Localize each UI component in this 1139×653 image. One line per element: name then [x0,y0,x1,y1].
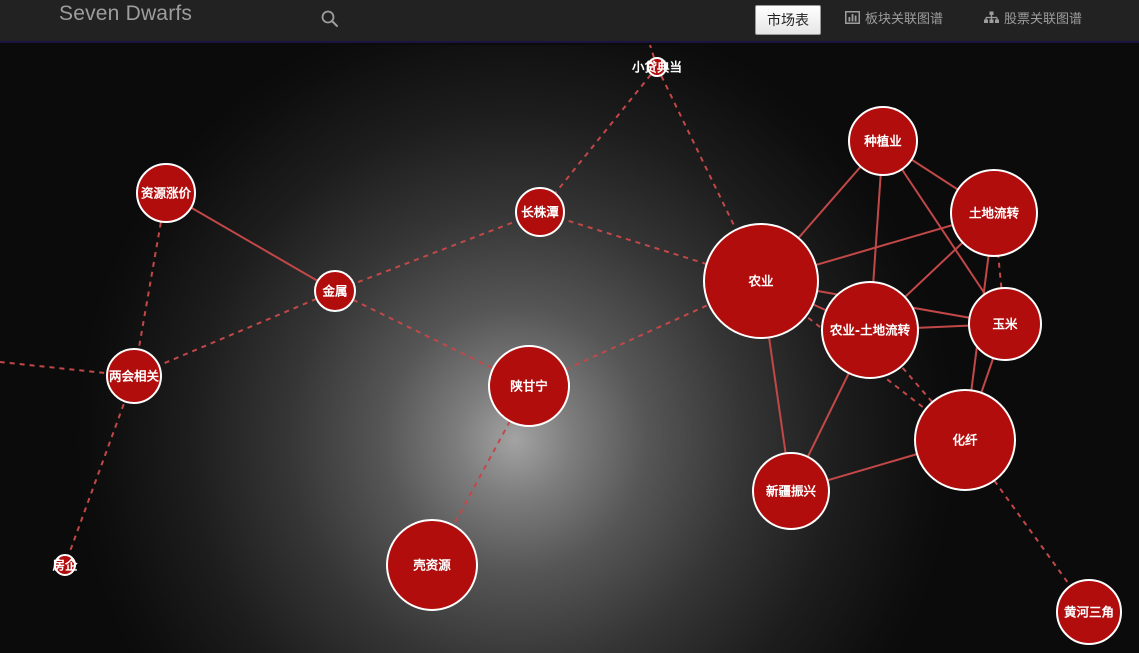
graph-node-label: 资源涨价 [141,186,192,201]
graph-node-label: 房企 [52,558,78,573]
graph-node-label: 新疆振兴 [766,484,817,499]
graph-node-nongye[interactable]: 农业 [703,223,819,339]
graph-node-huanghe[interactable]: 黄河三角 [1056,579,1122,645]
sector-relation-graph[interactable]: 小贷典当资源涨价长株潭金属两会相关陕甘宁房企 壳资源 农业 种植业土地流转农业-土地流… [0,45,1139,653]
graph-node-label: 两会相关 [109,369,160,384]
graph-node-ziyuanzhangjia[interactable]: 资源涨价 [136,163,196,223]
graph-node-xinjiang[interactable]: 新疆振兴 [752,452,830,530]
graph-edge-lianghui-fangqi [64,375,135,566]
graph-node-yumi[interactable]: 玉米 [968,287,1042,361]
graph-edge-changzhutan-jinshu [334,211,541,292]
graph-node-label: 农业-土地流转 [829,323,911,338]
graph-node-zhongzhiye[interactable]: 种植业 [848,106,918,176]
graph-node-label: 金属 [321,284,347,299]
market-table-button[interactable]: 市场表 [755,5,821,35]
graph-node-shanganning[interactable]: 陕甘宁 [488,345,570,427]
graph-node-xiaodaidang[interactable]: 小贷典当 [631,57,682,77]
graph-node-label: 玉米 [992,317,1018,332]
graph-node-label: 黄河三角 [1064,605,1114,620]
graph-node-changzhutan[interactable]: 长株潭 [515,187,565,237]
graph-edge-xiaodaidang-changzhutan [539,66,658,213]
sitemap-icon [984,11,999,24]
graph-node-label: 陕甘宁 [510,379,548,394]
graph-node-huaxian[interactable]: 化纤 [914,389,1016,491]
edges-layer [0,45,1090,613]
graph-node-label: 土地流转 [969,206,1020,221]
graph-node-label: 壳资源 [412,558,451,573]
graph-edge-jinshu-lianghui [133,290,336,377]
graph-node-nongye_tudi[interactable]: 农业-土地流转 [821,281,919,379]
graph-node-lianghui[interactable]: 两会相关 [106,348,162,404]
graph-node-keziyuan[interactable]: 壳资源 [386,519,478,611]
top-navbar: Seven Dwarfs 市场表 板块关联图谱 股票关联图谱 [0,0,1139,43]
graph-node-label: 化纤 [952,433,978,448]
bar-chart-icon [845,10,860,24]
stock-graph-link[interactable]: 股票关联图谱 [984,7,1082,27]
graph-node-label: 长株潭 [521,205,559,220]
graph-node-label: 小贷典当 [631,60,682,75]
sector-graph-label: 板块关联图谱 [865,11,944,27]
graph-node-label: 农业 [747,274,774,289]
graph-node-label: 种植业 [863,134,902,149]
sector-graph-link[interactable]: 板块关联图谱 [845,7,943,27]
stock-graph-label: 股票关联图谱 [1004,11,1083,27]
graph-node-fangqi[interactable]: 房企 [52,554,78,576]
graph-node-jinshu[interactable]: 金属 [314,270,356,312]
graph-node-tudiliuzhuan[interactable]: 土地流转 [950,169,1038,257]
graph-canvas[interactable]: 小贷典当资源涨价长株潭金属两会相关陕甘宁房企 壳资源 农业 种植业土地流转农业-土地流… [0,45,1139,653]
brand-logo[interactable]: Seven Dwarfs [59,2,192,26]
search-icon[interactable] [320,9,340,29]
nodes-layer: 小贷典当资源涨价长株潭金属两会相关陕甘宁房企 壳资源 农业 种植业土地流转农业-土地流… [52,57,1122,645]
